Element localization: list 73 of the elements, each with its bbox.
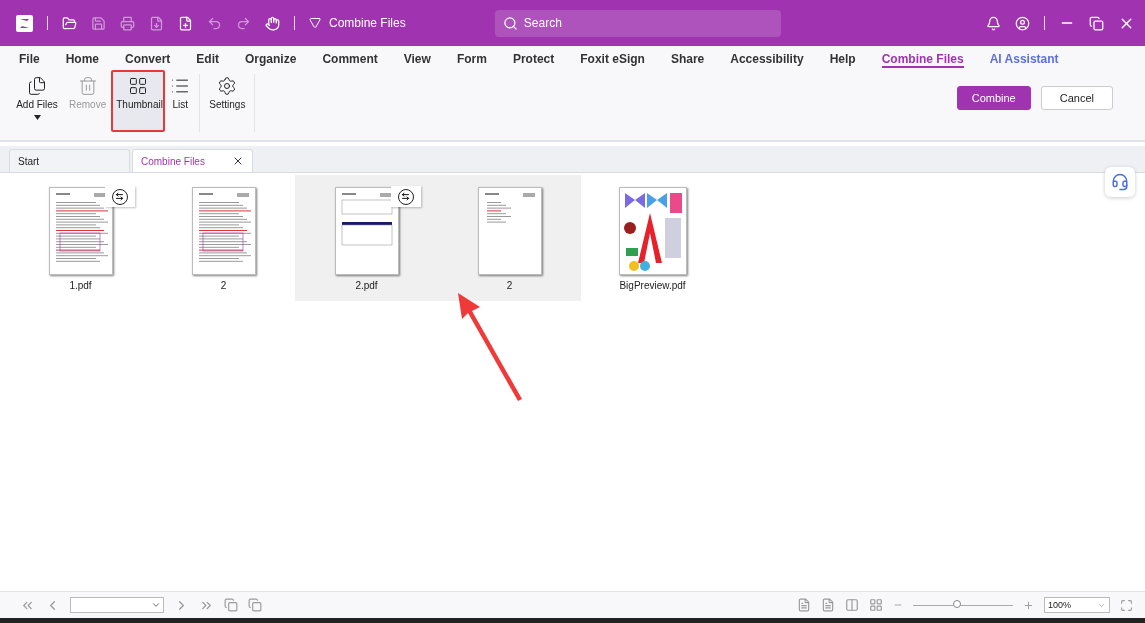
dropdown-caret-icon[interactable]	[33, 115, 41, 120]
ribbon-button[interactable]: Thumbnail	[111, 70, 166, 132]
secondary-button[interactable]: Cancel	[1040, 86, 1113, 110]
page-thumbnail[interactable]	[334, 187, 399, 275]
close-icon[interactable]	[232, 155, 244, 167]
add-files-icon	[27, 76, 47, 96]
single-page-icon[interactable]	[797, 598, 811, 612]
file-icon[interactable]	[149, 15, 164, 31]
file-group[interactable]: BigPreview.pdf	[581, 175, 724, 301]
zoom-field[interactable]: 100%	[1044, 597, 1110, 613]
next-view-icon[interactable]	[248, 598, 262, 612]
ai-assistant-button[interactable]	[1105, 167, 1135, 197]
selected-file-group[interactable]: 2.pdf 2	[295, 175, 581, 301]
continuous-page-icon[interactable]	[821, 598, 835, 612]
print-icon[interactable]	[120, 15, 135, 31]
ribbon-button[interactable]: Add Files	[10, 70, 64, 132]
menu-tab[interactable]: Accessibility	[730, 50, 804, 68]
menu-tab[interactable]: Protect	[512, 50, 555, 68]
app-logo-icon	[16, 14, 33, 32]
page-thumbnail[interactable]	[477, 187, 542, 275]
settings-icon	[217, 76, 238, 96]
page-label: 1.pdf	[69, 280, 92, 291]
menu-tab[interactable]: File	[19, 50, 40, 68]
document-tab[interactable]: Combine Files	[132, 149, 253, 172]
menu-tab[interactable]: Foxit eSign	[580, 50, 645, 68]
continuous-facing-icon[interactable]	[869, 598, 883, 612]
redo-icon[interactable]	[236, 15, 251, 31]
menu-tab[interactable]: Share	[670, 50, 705, 68]
expand-button[interactable]	[390, 186, 421, 207]
menu-tab[interactable]: Organize	[245, 50, 297, 68]
page-number-field[interactable]	[70, 597, 164, 613]
primary-button[interactable]: Combine	[956, 86, 1031, 110]
ribbon-button[interactable]: List	[165, 70, 196, 132]
restore-icon[interactable]	[1089, 15, 1104, 31]
expand-button[interactable]	[104, 186, 135, 207]
document-tab[interactable]: Start	[9, 149, 130, 172]
zoom-in-icon[interactable]	[1023, 599, 1034, 611]
menu-tab[interactable]: Edit	[196, 50, 220, 68]
save-icon[interactable]	[91, 15, 106, 31]
search-icon	[502, 15, 518, 31]
undo-icon[interactable]	[207, 15, 222, 31]
double-arrow-icon	[115, 192, 124, 201]
page-thumbnail[interactable]	[191, 187, 256, 275]
trash-icon	[77, 76, 98, 96]
page-label: 2.pdf	[355, 280, 378, 291]
previous-view-icon[interactable]	[224, 598, 238, 612]
ribbon-button[interactable]: Settings	[204, 70, 251, 132]
file-group[interactable]: 1.pdf 2	[9, 175, 295, 301]
menu-tab[interactable]: Comment	[322, 50, 378, 68]
headset-icon	[1111, 173, 1129, 191]
menu-tab[interactable]: Form	[456, 50, 487, 68]
bell-icon[interactable]	[986, 15, 1001, 31]
facing-pages-icon[interactable]	[845, 598, 859, 612]
double-arrow-icon	[401, 192, 410, 201]
hand-icon[interactable]	[265, 15, 280, 31]
menu-tab[interactable]: AI Assistant	[989, 50, 1059, 68]
menu-tab[interactable]: Help	[829, 50, 856, 68]
new-file-icon[interactable]	[178, 15, 193, 31]
menu-tab[interactable]: Home	[65, 50, 99, 68]
page-label: 2	[506, 280, 513, 291]
open-folder-icon[interactable]	[62, 15, 77, 31]
funnel-icon[interactable]	[309, 17, 321, 29]
user-icon[interactable]	[1015, 15, 1030, 31]
document-title: Combine Files	[329, 16, 406, 30]
menu-tab[interactable]: Convert	[125, 50, 171, 68]
page-thumbnail[interactable]	[618, 187, 687, 275]
menu-tab[interactable]: Combine Files	[881, 50, 964, 68]
fullscreen-icon[interactable]	[1120, 598, 1133, 612]
page-label: BigPreview.pdf	[619, 280, 686, 291]
grid-icon	[128, 76, 149, 96]
page-thumbnail[interactable]	[48, 187, 113, 275]
menu-tab[interactable]: View	[403, 50, 431, 68]
page-label: 2	[220, 280, 227, 291]
